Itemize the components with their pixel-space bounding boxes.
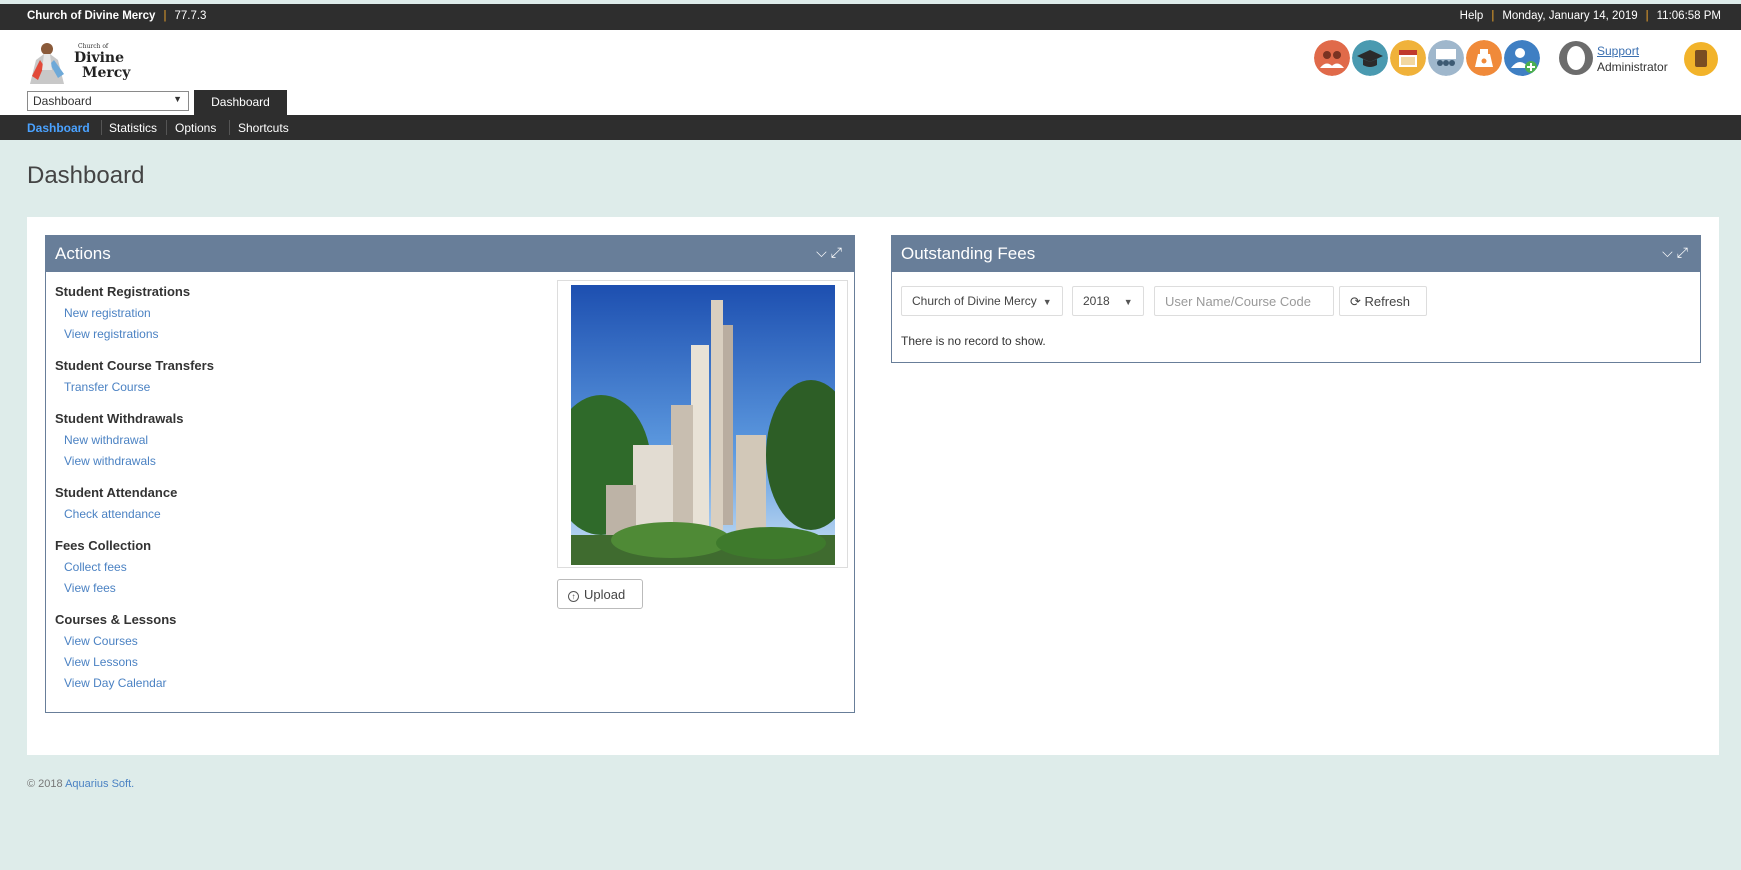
copyright-text: © 2018 [27,778,63,790]
footer: © 2018 Aquarius Soft. [27,778,134,790]
top-bar-right: Help | Monday, January 14, 2019 | 11:06:58 P… [1459,10,1721,22]
view-day-calendar-link[interactable]: View Day Calendar [64,676,167,690]
church-select-value: Church of Divine Mercy [912,294,1037,308]
church-name: Church of Divine Mercy [27,10,156,22]
user-role: Administrator [1597,60,1668,74]
user-course-search-input[interactable]: User Name/Course Code [1154,286,1334,316]
refresh-label: Refresh [1364,294,1411,309]
upload-icon: ↑ [568,591,579,602]
dropdown-arrow-icon: ▼ [173,94,182,104]
refresh-button[interactable]: ⟳ Refresh [1339,286,1427,316]
section-withdrawals: Student Withdrawals [55,411,184,426]
actions-panel-header: Actions ⌵⤢ [46,236,854,272]
year-select[interactable]: 2018 ▼ [1072,286,1144,316]
refresh-icon: ⟳ [1350,294,1365,309]
sub-navigation: Dashboard Statistics Options Shortcuts [0,115,1741,140]
upload-button[interactable]: ↑ Upload [557,579,643,609]
check-attendance-link[interactable]: Check attendance [64,507,161,521]
subnav-statistics[interactable]: Statistics [109,121,157,135]
support-link[interactable]: Support [1597,44,1668,58]
new-withdrawal-link[interactable]: New withdrawal [64,433,148,447]
divine-mercy-image-icon [30,43,64,84]
members-icon[interactable] [1314,40,1350,76]
page-title: Dashboard [27,162,145,189]
company-link[interactable]: Aquarius Soft. [65,778,134,790]
class-icon[interactable] [1428,40,1464,76]
church-building-image [571,285,835,565]
top-bar-left: Church of Divine Mercy | 77.7.3 [27,10,207,22]
new-registration-link[interactable]: New registration [64,306,151,320]
current-time: 11:06:58 PM [1656,10,1721,22]
help-link[interactable]: Help [1460,10,1484,22]
view-fees-link[interactable]: View fees [64,581,116,595]
view-withdrawals-link[interactable]: View withdrawals [64,454,156,468]
caret-down-icon: ▼ [1042,297,1052,307]
upload-label: Upload [584,587,626,602]
year-select-value: 2018 [1083,294,1110,308]
actions-panel: Actions ⌵⤢ Student Registrations New reg… [45,235,855,713]
collect-fees-link[interactable]: Collect fees [64,560,127,574]
add-user-icon[interactable] [1504,40,1540,76]
church-photo [557,280,848,568]
church-logo[interactable]: Church of Divine Mercy [28,40,131,84]
view-courses-link[interactable]: View Courses [64,634,138,648]
logo-line-1: Church of [78,43,109,50]
expand-icon[interactable]: ⤢ [831,244,846,260]
subnav-shortcuts[interactable]: Shortcuts [238,121,289,135]
module-select-value: Dashboard [33,94,92,108]
expand-icon[interactable]: ⤢ [1677,244,1692,260]
logo-line-2: Divine [74,50,124,66]
view-lessons-link[interactable]: View Lessons [64,655,138,669]
section-student-registrations: Student Registrations [55,284,191,299]
module-select[interactable]: Dashboard ▼ [27,91,189,111]
transfer-course-link[interactable]: Transfer Course [64,380,150,394]
actions-panel-title: Actions [55,244,111,263]
section-courses-lessons: Courses & Lessons [55,612,177,627]
graduation-icon[interactable] [1352,40,1388,76]
logout-icon[interactable] [1684,42,1718,76]
fees-panel-title: Outstanding Fees [901,244,1036,263]
subnav-dashboard[interactable]: Dashboard [27,121,90,135]
current-date: Monday, January 14, 2019 [1502,10,1638,22]
view-registrations-link[interactable]: View registrations [64,327,159,341]
search-placeholder: User Name/Course Code [1165,294,1311,309]
caret-down-icon: ▼ [1123,297,1133,307]
empty-message: There is no record to show. [901,334,1046,348]
header: Church of Divine Mercy Dashboard ▼ Dashb… [0,30,1741,116]
fees-panel-header: Outstanding Fees ⌵⤢ [892,236,1700,272]
top-bar: Church of Divine Mercy | 77.7.3 Help | Monda… [0,4,1741,30]
collapse-icon[interactable]: ⌵ [816,244,831,260]
outstanding-fees-panel: Outstanding Fees ⌵⤢ Church of Divine Mer… [891,235,1701,363]
tab-dashboard[interactable]: Dashboard [194,90,287,116]
user-avatar[interactable] [1559,41,1593,75]
subnav-options[interactable]: Options [175,121,216,135]
section-fees-collection: Fees Collection [55,538,152,553]
logo-line-3: Mercy [82,65,131,81]
user-info: Support Administrator [1597,44,1668,74]
church-select[interactable]: Church of Divine Mercy ▼ [901,286,1063,316]
collapse-icon[interactable]: ⌵ [1662,244,1677,260]
section-attendance: Student Attendance [55,485,178,500]
calendar-icon[interactable] [1390,40,1426,76]
section-course-transfers: Student Course Transfers [55,358,214,373]
app-version: 77.7.3 [174,10,207,22]
fees-bag-icon[interactable] [1466,40,1502,76]
